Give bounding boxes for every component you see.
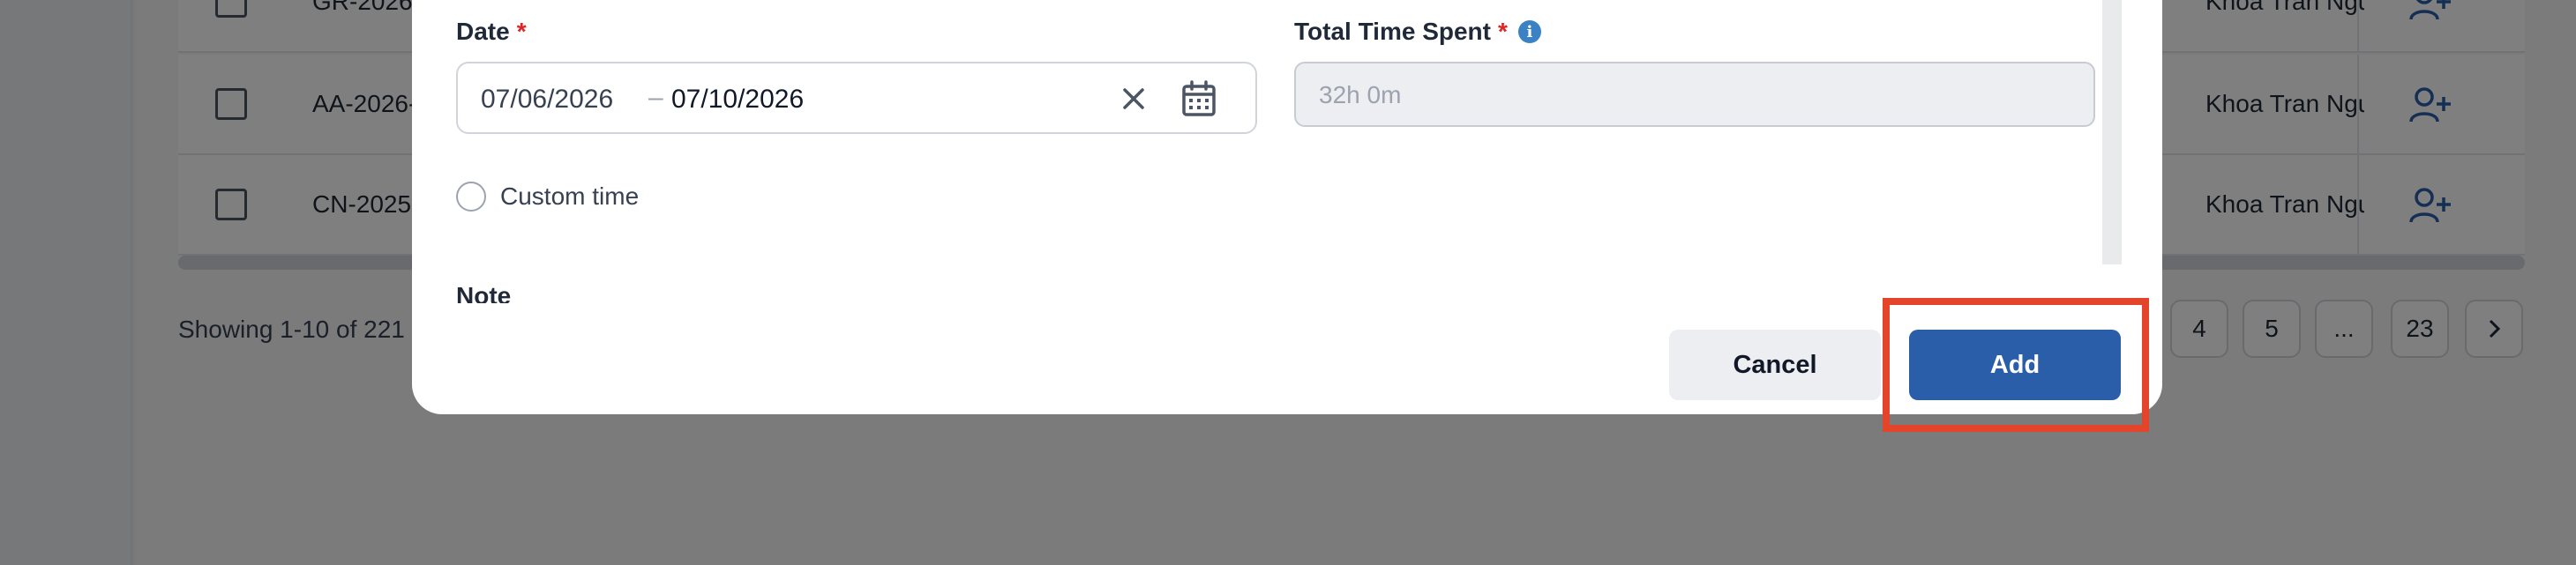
- close-icon[interactable]: [1116, 81, 1151, 116]
- total-time-value: 32h 0m: [1319, 81, 1402, 108]
- total-time-input: 32h 0m: [1294, 62, 2095, 127]
- info-icon[interactable]: i: [1517, 20, 1541, 43]
- date-end-value[interactable]: 07/10/2026: [671, 85, 804, 115]
- total-time-label: Total Time Spent * i: [1294, 18, 1541, 46]
- custom-time-radio[interactable]: [456, 182, 486, 212]
- calendar-icon[interactable]: [1178, 78, 1220, 120]
- required-mark: *: [1498, 18, 1508, 45]
- footer-divider: [412, 303, 2102, 330]
- date-range-input[interactable]: 07/06/2026 – 07/10/2026: [456, 62, 1257, 134]
- cancel-button[interactable]: Cancel: [1669, 330, 1881, 400]
- date-label: Date *: [456, 18, 527, 45]
- highlight-box: [1883, 298, 2149, 432]
- required-mark: *: [516, 18, 527, 45]
- custom-time-label[interactable]: Custom time: [500, 182, 639, 211]
- date-separator: –: [648, 83, 663, 112]
- modal-scrollbar[interactable]: [2102, 0, 2122, 264]
- date-start-value[interactable]: 07/06/2026: [481, 85, 613, 115]
- custom-time-option[interactable]: Custom time: [456, 182, 639, 212]
